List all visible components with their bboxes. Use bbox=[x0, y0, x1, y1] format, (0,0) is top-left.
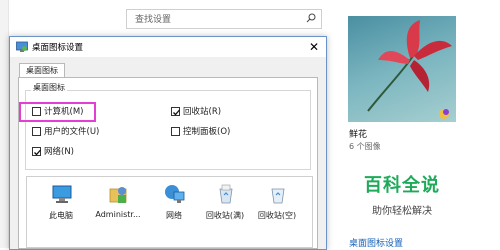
checkbox-label: 回收站(R) bbox=[183, 107, 222, 117]
icon-label: Administr... bbox=[95, 210, 141, 219]
close-button[interactable]: ✕ bbox=[306, 39, 322, 55]
checkmark-icon bbox=[173, 109, 180, 115]
computer-icon bbox=[52, 185, 72, 203]
checkbox-box[interactable] bbox=[32, 146, 41, 156]
checkbox-box[interactable] bbox=[171, 126, 180, 136]
user-folder-icon bbox=[109, 187, 127, 203]
theme-image-count: 6 个图像 bbox=[349, 142, 381, 151]
checkbox-label: 网络(N) bbox=[44, 147, 74, 157]
icon-label: 此电脑 bbox=[49, 211, 73, 220]
recycle-bin-empty-icon bbox=[271, 188, 285, 204]
watermark-subtitle: 助你轻松解决 bbox=[372, 206, 432, 217]
network-icon bbox=[165, 185, 185, 203]
search-box[interactable] bbox=[126, 9, 322, 30]
icon-item-this-pc[interactable]: 此电脑 bbox=[33, 183, 89, 233]
desktop-settings-icon bbox=[16, 41, 28, 52]
checkbox-user-files[interactable]: 用户的文件(U) bbox=[32, 125, 99, 137]
settings-nav-strip bbox=[0, 0, 9, 248]
search-input[interactable] bbox=[127, 10, 313, 30]
checkbox-box[interactable] bbox=[171, 106, 180, 116]
icon-item-network[interactable]: 网络 bbox=[146, 183, 202, 233]
icon-label: 网络 bbox=[166, 211, 182, 220]
dialog-title: 桌面图标设置 bbox=[32, 43, 84, 53]
icon-label: 回收站(满) bbox=[205, 211, 245, 220]
icon-item-recycle-bin-full[interactable]: 回收站(满) bbox=[197, 183, 253, 233]
checkmark-icon bbox=[34, 149, 41, 155]
icon-list[interactable]: 此电脑 Administr... 网络 回收站(满) 回收站(空) bbox=[26, 176, 313, 248]
checkbox-box[interactable] bbox=[32, 126, 41, 136]
desktop-icon-settings-link[interactable]: 桌面图标设置 bbox=[349, 236, 403, 249]
icon-item-recycle-bin-empty[interactable]: 回收站(空) bbox=[249, 183, 305, 233]
highlight-annotation bbox=[19, 102, 96, 122]
checkbox-label: 控制面板(O) bbox=[183, 127, 231, 137]
icon-item-administrator[interactable]: Administr... bbox=[90, 183, 146, 233]
dialog-titlebar[interactable]: 桌面图标设置 ✕ bbox=[10, 37, 326, 57]
group-label: 桌面图标 bbox=[31, 82, 67, 93]
desktop-icon-settings-dialog: 桌面图标设置 ✕ 桌面图标 桌面图标 计算机(M) 回收站(R) 用户的文件(U… bbox=[9, 36, 327, 250]
flower-image bbox=[367, 20, 452, 119]
checkbox-network[interactable]: 网络(N) bbox=[32, 145, 74, 157]
recycle-bin-full-icon bbox=[219, 184, 233, 204]
checkbox-control-panel[interactable]: 控制面板(O) bbox=[171, 125, 230, 137]
watermark-title: 百科全说 bbox=[364, 175, 440, 196]
theme-preview-image[interactable] bbox=[348, 16, 456, 122]
tab-desktop-icons[interactable]: 桌面图标 bbox=[19, 63, 65, 78]
search-icon[interactable] bbox=[306, 13, 316, 23]
checkbox-label: 用户的文件(U) bbox=[44, 127, 100, 137]
checkbox-recycle-bin[interactable]: 回收站(R) bbox=[171, 105, 221, 117]
icon-label: 回收站(空) bbox=[257, 211, 297, 220]
theme-name: 鲜花 bbox=[349, 130, 368, 140]
